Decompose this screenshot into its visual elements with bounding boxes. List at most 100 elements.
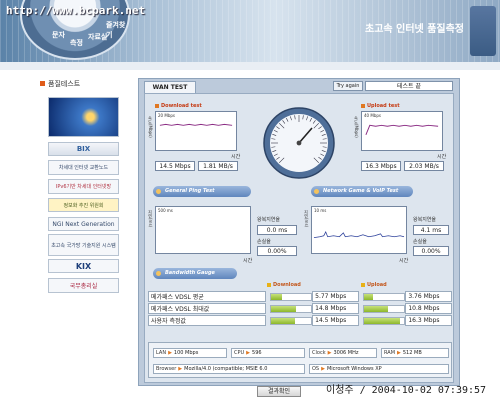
arrow-icon: ▶ <box>321 366 325 372</box>
status-field: 테스트 끝 <box>365 81 453 91</box>
banner-pm[interactable]: 국무총리실 <box>48 278 119 293</box>
site-header: 문자 측정 자료실 즐겨찾기 http://www.bcpark.net 초고속… <box>0 0 500 62</box>
voip-time-label: 시간 <box>399 258 409 264</box>
banner-exchange[interactable]: 차세대 인터넷 교환노드 <box>48 160 119 175</box>
bandwidth-gauge-header: Bandwidth Gauge <box>153 268 237 279</box>
banner-ngi[interactable]: NGI Next Generation <box>48 217 119 231</box>
browser-info: Browser ▶ Mozilla/4.0 (compatible; MSIE 6.… <box>153 364 305 374</box>
banner-kix[interactable]: KIX <box>48 259 119 273</box>
tab-wan-test[interactable]: WAN TEST <box>144 81 196 93</box>
banner-ipv6[interactable]: IPv6기반 차세대 인터넷망 <box>48 179 119 194</box>
upload-value: 3.76 Mbps <box>405 291 452 302</box>
upload-bar <box>362 304 406 313</box>
arrow-icon: ▶ <box>178 366 183 372</box>
ping-graph: 500 ms <box>155 206 251 254</box>
ping-test-header: General Ping Test <box>153 186 251 197</box>
banner-committee[interactable]: 정보화 추진 위원회 <box>48 198 119 212</box>
upload-title: Upload test <box>361 103 400 109</box>
arrow-icon: ▶ <box>168 350 172 356</box>
page-title: 초고속 인터넷 품질측정 <box>365 24 464 35</box>
download-bar-fill <box>270 317 296 324</box>
download-axis-label: 속도(Mbps) <box>148 116 153 138</box>
ping-loss-label: 손실율 <box>257 239 271 245</box>
sidebar: 품질테스트 BIX 차세대 인터넷 교환노드 IPv6기반 차세대 인터넷망 정… <box>0 70 138 401</box>
download-title: Download test <box>155 103 202 109</box>
sidebar-title: 품질테스트 <box>40 79 80 89</box>
download-bar <box>269 304 313 313</box>
results-download-label: Download <box>267 282 301 288</box>
voip-line <box>313 230 405 239</box>
voip-graph: 10 ms <box>311 206 407 254</box>
capture-stamp: 이청주 / 2004-10-02 07:39:57 <box>326 385 487 396</box>
row-label: 메가패스 VDSL 평균 <box>148 291 266 302</box>
bandwidth-row: 메가패스 VDSL 최대값 14.8 Mbps 10.8 Mbps <box>148 303 452 314</box>
header-divider <box>0 62 500 70</box>
voip-loss-label: 손실율 <box>413 239 427 245</box>
row-label: 메가패스 VDSL 최대값 <box>148 303 266 314</box>
upload-bar-fill <box>363 293 373 300</box>
upload-line <box>365 124 439 135</box>
system-info: LAN ▶ 100 Mbps CPU ▶ 596 Clock ▶ 3006 MHz RAM ▶… <box>148 342 452 378</box>
view-results-button[interactable]: 결과확인 <box>257 386 301 397</box>
site-url: http://www.bcpark.net <box>6 4 146 17</box>
voip-rtt-value: 4.1 ms <box>413 225 449 235</box>
upload-bar-fill <box>363 305 389 312</box>
ping-time-label: 시간 <box>243 258 253 264</box>
download-mbs: 1.81 MB/s <box>198 161 238 171</box>
upload-mbps: 16.3 Mbps <box>361 161 401 171</box>
download-value: 14.5 Mbps <box>312 315 359 326</box>
download-value: 14.8 Mbps <box>312 303 359 314</box>
download-mbps: 14.5 Mbps <box>155 161 195 171</box>
upload-bar-fill <box>363 317 401 324</box>
bandwidth-row: 사용자 측정값 14.5 Mbps 16.3 Mbps <box>148 315 452 326</box>
upload-bar <box>362 292 406 301</box>
bandwidth-table: 메가패스 VDSL 평균 5.77 Mbps 3.76 Mbps 메가패스 VDSL … <box>148 290 452 327</box>
results-upload-label: Upload <box>361 282 387 288</box>
test-panel: WAN TEST Try again 테스트 끝 Download test 속… <box>138 78 460 386</box>
voip-rtt-label: 왕복지연율 <box>413 217 437 223</box>
ping-loss-value: 0.00% <box>257 246 297 256</box>
lan-info: LAN ▶ 100 Mbps <box>153 348 227 358</box>
download-bar-fill <box>270 305 296 312</box>
results-area: Download test 속도(Mbps) 20 Mbps 시간 14.5 M… <box>144 93 454 383</box>
globe-link-favorites[interactable]: 즐겨찾기 <box>106 20 128 40</box>
download-time-label: 시간 <box>231 154 241 160</box>
banner-bix[interactable]: BIX <box>48 142 119 156</box>
upload-graph: 40 Mbps <box>361 111 443 151</box>
voip-loss-value: 0.00% <box>413 246 449 256</box>
bullet-icon <box>40 81 45 86</box>
globe-link-text[interactable]: 문자 <box>52 30 65 40</box>
arrow-icon: ▶ <box>397 350 401 356</box>
upload-value: 16.3 Mbps <box>405 315 452 326</box>
clock-info: Clock ▶ 3006 MHz <box>309 348 377 358</box>
os-info: OS ▶ Microsoft Windows XP <box>309 364 449 374</box>
ram-info: RAM ▶ 512 MB <box>381 348 449 358</box>
try-again-button[interactable]: Try again <box>333 81 363 91</box>
upload-bar <box>362 316 406 325</box>
globe-link-measure[interactable]: 측정 <box>70 38 83 48</box>
upload-axis-label: 속도(Mbps) <box>354 116 359 138</box>
voip-axis-label: 지연(ms) <box>304 210 309 228</box>
banner-tech[interactable]: 초고속 국가망 기술지원 시스템 <box>48 234 119 256</box>
row-label: 사용자 측정값 <box>148 315 266 326</box>
ping-rtt-label: 왕복지연율 <box>257 217 281 223</box>
arrow-icon: ▶ <box>327 350 332 356</box>
arrow-icon: ▶ <box>246 350 251 356</box>
header-decoration <box>470 6 496 56</box>
download-bar <box>269 316 313 325</box>
cpu-info: CPU ▶ 596 <box>231 348 305 358</box>
download-graph: 20 Mbps <box>155 111 237 151</box>
download-bar <box>269 292 313 301</box>
globe-link-archive[interactable]: 자료실 <box>88 32 107 42</box>
bandwidth-row: 메가패스 VDSL 평균 5.77 Mbps 3.76 Mbps <box>148 291 452 302</box>
download-value: 5.77 Mbps <box>312 291 359 302</box>
upload-value: 10.8 Mbps <box>405 303 452 314</box>
upload-time-label: 시간 <box>437 154 447 160</box>
speed-gauge <box>263 107 335 179</box>
ping-axis-label: 지연(ms) <box>148 210 153 228</box>
upload-mbs: 2.03 MB/s <box>404 161 444 171</box>
download-line <box>159 123 233 126</box>
voip-test-header: Network Game & VoIP Test <box>311 186 413 197</box>
banner-main[interactable] <box>48 97 119 137</box>
download-bar-fill <box>270 293 282 300</box>
